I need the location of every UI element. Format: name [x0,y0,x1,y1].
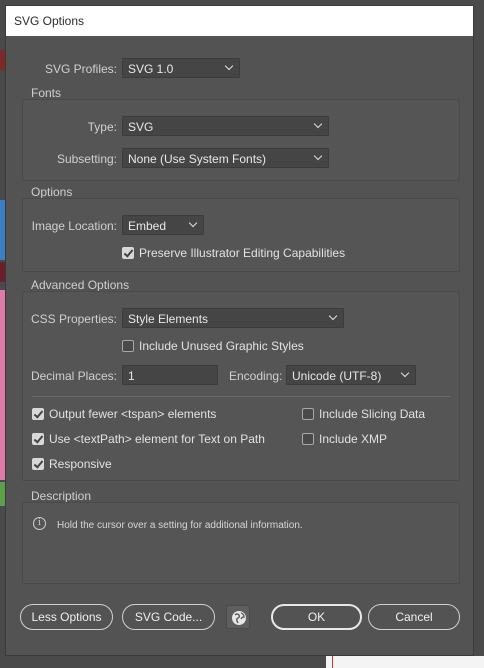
image-location-label: Image Location: [31,219,117,233]
include-slicing-data-label: Include Slicing Data [319,407,426,421]
image-location-select[interactable]: Embed [122,215,204,235]
description-text: Hold the cursor over a setting for addit… [57,520,303,531]
preserve-editing-checkbox-row[interactable]: Preserve Illustrator Editing Capabilitie… [122,246,362,261]
include-xmp-row[interactable]: Include XMP [302,432,402,447]
output-fewer-tspan-row[interactable]: Output fewer <tspan> elements [32,407,232,422]
less-options-button[interactable]: Less Options [20,604,113,630]
ok-button[interactable]: OK [271,604,362,630]
svg-profiles-label: SVG Profiles: [44,62,117,76]
font-type-select[interactable]: SVG [122,116,329,136]
use-textpath-checkbox[interactable] [32,433,44,445]
output-fewer-tspan-label: Output fewer <tspan> elements [49,407,217,421]
dialog-titlebar[interactable]: SVG Options [6,6,473,36]
advanced-divider [32,396,450,397]
output-fewer-tspan-checkbox[interactable] [32,408,44,420]
include-unused-styles-label: Include Unused Graphic Styles [139,339,304,353]
chevron-down-icon [400,368,410,378]
svg-code-button[interactable]: SVG Code... [122,604,215,630]
use-textpath-label: Use <textPath> element for Text on Path [49,432,265,446]
artwork-guide-line [332,656,333,668]
responsive-row[interactable]: Responsive [32,457,152,472]
chevron-down-icon [313,151,323,161]
chevron-down-icon [313,119,323,129]
encoding-select[interactable]: Unicode (UTF-8) [286,365,416,385]
font-type-label: Type: [87,120,117,134]
include-unused-styles-row[interactable]: Include Unused Graphic Styles [122,339,322,354]
chevron-down-icon [188,218,198,228]
responsive-checkbox[interactable] [32,458,44,470]
include-unused-styles-checkbox[interactable] [122,340,134,352]
include-slicing-data-checkbox[interactable] [302,408,314,420]
advanced-group-title: Advanced Options [31,278,130,292]
options-group-title: Options [31,185,73,199]
chevron-down-icon [224,61,234,71]
preserve-editing-label: Preserve Illustrator Editing Capabilitie… [139,246,346,260]
dialog-title: SVG Options [14,14,85,28]
decimal-places-input[interactable]: 1 [122,365,218,385]
subsetting-select[interactable]: None (Use System Fonts) [122,148,329,168]
font-type-value: SVG [128,120,154,134]
chevron-down-icon [328,311,338,321]
encoding-label: Encoding: [229,369,283,383]
decimal-places-label: Decimal Places: [30,369,117,383]
use-textpath-row[interactable]: Use <textPath> element for Text on Path [32,432,282,447]
dialog-content: SVG Profiles: SVG 1.0 Fonts Type: SVG Su… [6,36,473,655]
fonts-group [22,99,460,181]
description-group [22,502,460,584]
svg-options-dialog: SVG Options SVG Profiles: SVG 1.0 Fonts … [5,5,474,656]
cancel-button[interactable]: Cancel [368,604,460,630]
include-slicing-data-row[interactable]: Include Slicing Data [302,407,442,422]
fonts-group-title: Fonts [31,86,62,100]
globe-icon [232,611,246,625]
css-properties-value: Style Elements [128,312,209,326]
css-properties-label: CSS Properties: [30,312,117,326]
description-group-title: Description [31,489,92,503]
responsive-label: Responsive [49,457,112,471]
svg-profiles-select[interactable]: SVG 1.0 [122,58,240,78]
image-location-value: Embed [128,219,167,233]
encoding-value: Unicode (UTF-8) [292,369,382,383]
web-preview-button[interactable] [226,605,250,629]
svg-profiles-value: SVG 1.0 [128,62,174,76]
include-xmp-checkbox[interactable] [302,433,314,445]
preserve-editing-checkbox[interactable] [122,247,134,259]
include-xmp-label: Include XMP [319,432,388,446]
artwork-canvas-corner [326,656,484,668]
subsetting-label: Subsetting: [56,152,117,166]
info-icon: i [33,517,46,530]
css-properties-select[interactable]: Style Elements [122,308,344,328]
subsetting-value: None (Use System Fonts) [128,152,267,166]
